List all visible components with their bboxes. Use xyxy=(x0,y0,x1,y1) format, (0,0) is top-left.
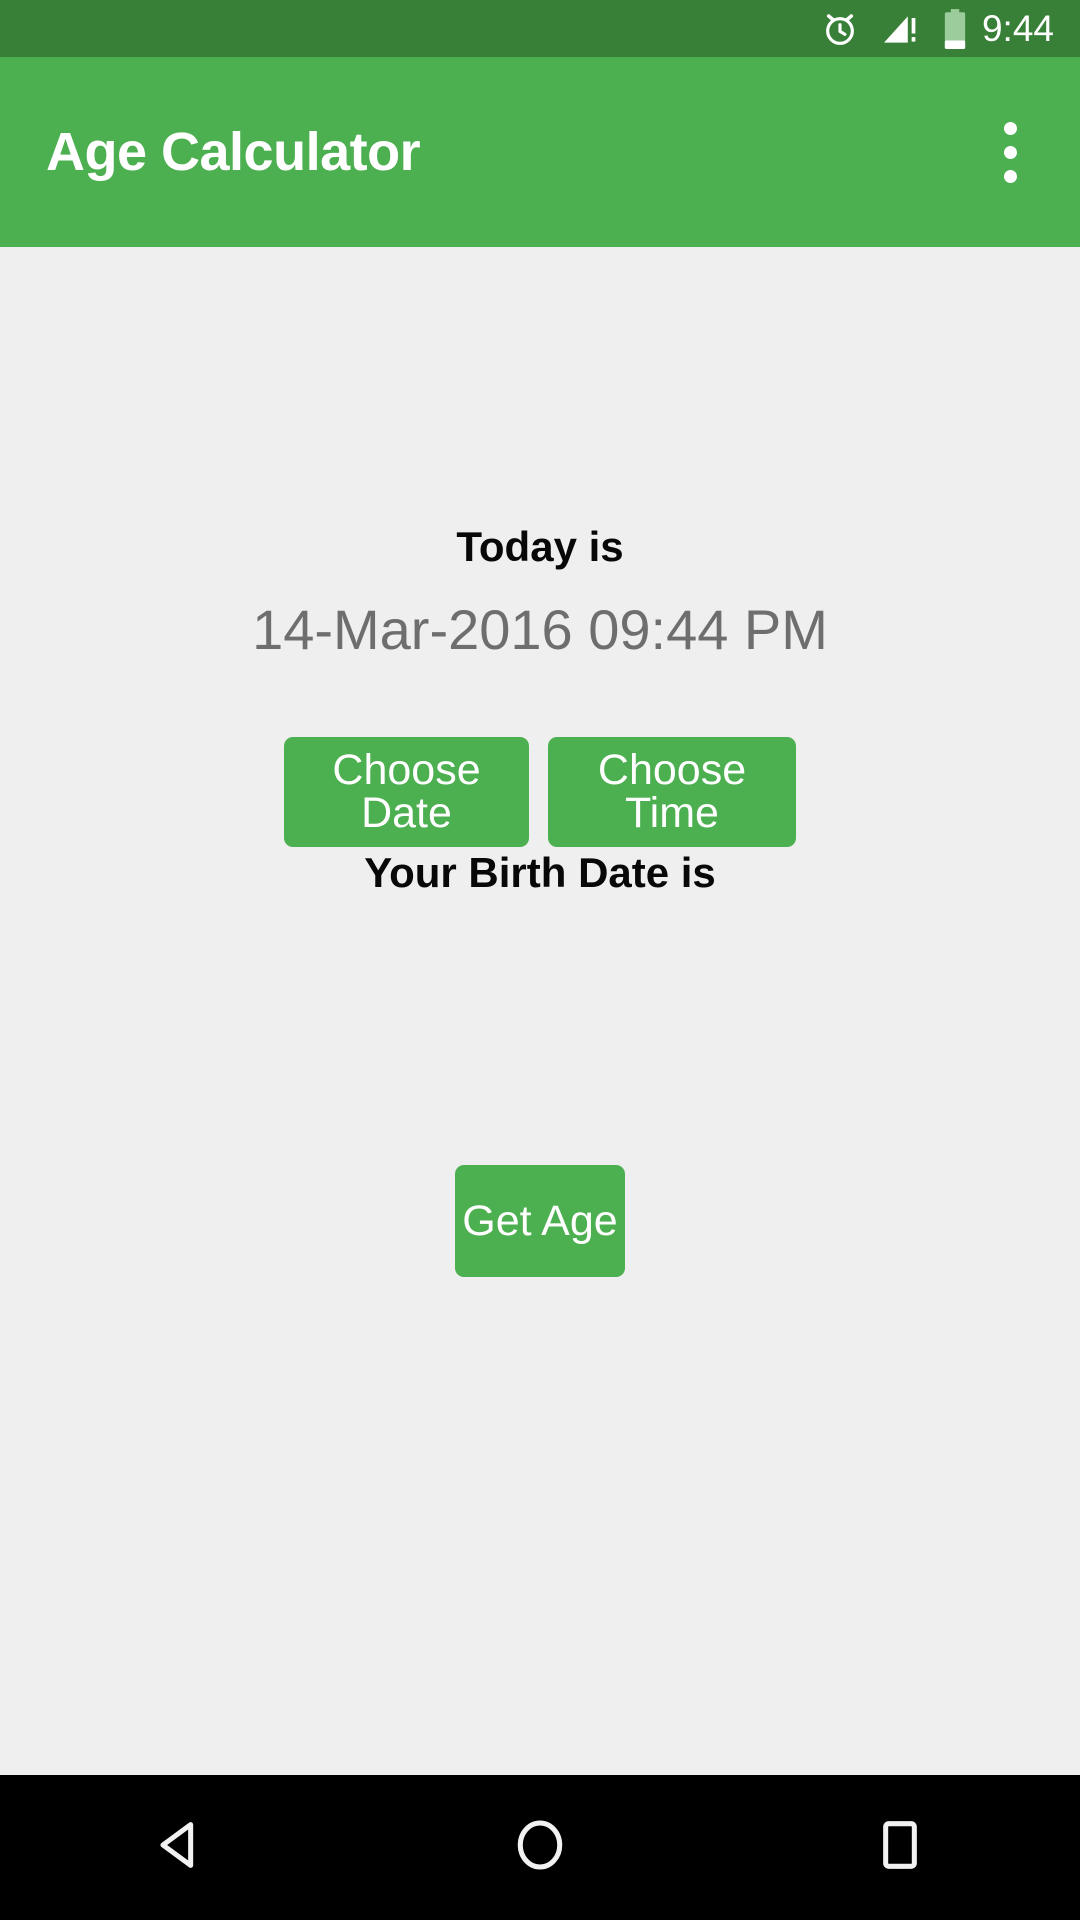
nav-back-button[interactable] xyxy=(0,1775,360,1920)
app-title: Age Calculator xyxy=(46,122,421,182)
choose-time-button[interactable]: Choose Time xyxy=(548,737,796,847)
choose-date-button[interactable]: Choose Date xyxy=(284,737,529,847)
app-bar: Age Calculator xyxy=(0,57,1080,247)
get-age-button[interactable]: Get Age xyxy=(455,1165,625,1277)
nav-home-button[interactable] xyxy=(360,1775,720,1920)
overflow-dot xyxy=(1003,121,1017,135)
today-datetime-value: 14-Mar-2016 09:44 PM xyxy=(252,598,828,661)
status-bar: 9:44 xyxy=(0,0,1080,57)
status-bar-clock: 9:44 xyxy=(981,8,1054,49)
overflow-dot xyxy=(1003,145,1017,159)
system-navigation-bar xyxy=(0,1775,1080,1920)
home-circle-icon xyxy=(511,1814,569,1881)
get-age-button-row: Get Age xyxy=(0,1165,1080,1277)
main-content: Today is 14-Mar-2016 09:44 PM Choose Dat… xyxy=(0,247,1080,1775)
date-time-button-row: Choose Date Choose Time xyxy=(0,737,1080,847)
recents-square-icon xyxy=(874,1814,926,1881)
status-bar-icons xyxy=(820,0,968,57)
overflow-menu-icon[interactable] xyxy=(970,97,1050,207)
overflow-dot xyxy=(1003,169,1017,183)
alarm-clock-icon xyxy=(820,9,860,49)
phone-screen: 9:44 Age Calculator Today is 14-Mar-2016… xyxy=(0,0,1080,1920)
signal-no-service-icon xyxy=(880,9,922,49)
birth-date-label: Your Birth Date is xyxy=(364,849,716,896)
battery-icon xyxy=(942,8,968,50)
nav-recents-button[interactable] xyxy=(720,1775,1080,1920)
today-label: Today is xyxy=(456,523,624,570)
back-triangle-icon xyxy=(149,1814,211,1881)
